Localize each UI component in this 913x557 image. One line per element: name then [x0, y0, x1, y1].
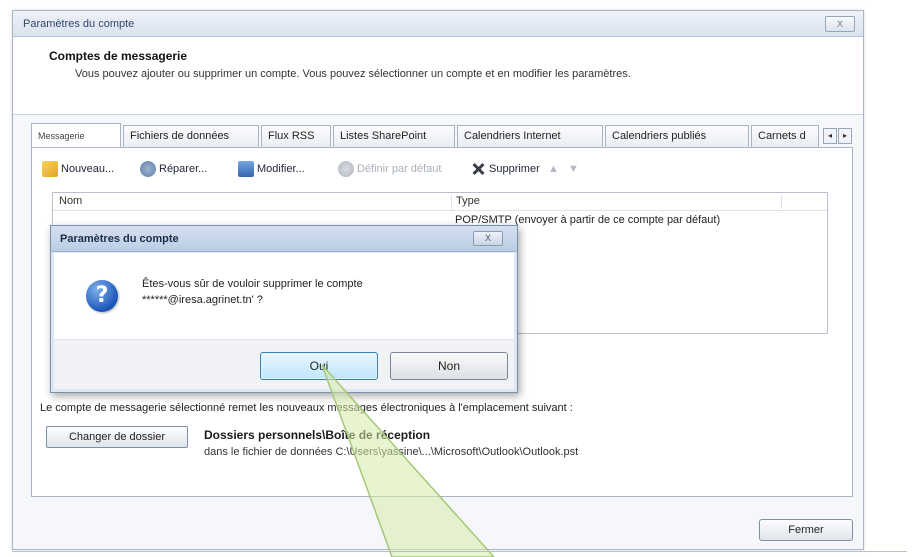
dialog-message-line2: ******@iresa.agrinet.tn' ? — [142, 294, 263, 306]
tab-carnets[interactable]: Carnets d — [751, 125, 819, 147]
window-close-button[interactable]: X — [825, 16, 855, 32]
new-account-icon — [42, 161, 58, 177]
window-titlebar: Paramètres du compte X — [13, 11, 863, 37]
no-button[interactable]: Non — [390, 352, 508, 380]
repair-icon — [140, 161, 156, 177]
delete-label: Supprimer — [489, 163, 540, 175]
move-down-button[interactable]: ▼ — [568, 158, 579, 180]
tab-calendriers-publies[interactable]: Calendriers publiés — [605, 125, 749, 147]
page-title: Comptes de messagerie — [49, 49, 188, 63]
dialog-titlebar: Paramètres du compte X — [51, 226, 517, 252]
new-account-label: Nouveau... — [61, 163, 115, 175]
close-button[interactable]: Fermer — [759, 519, 853, 541]
modify-label: Modifier... — [257, 163, 305, 175]
confirm-delete-dialog: Paramètres du compte X ? Êtes-vous sûr d… — [50, 225, 518, 393]
dialog-message-line1: Êtes-vous sûr de vouloir supprimer le co… — [142, 278, 363, 290]
modify-icon — [238, 161, 254, 177]
set-default-icon — [338, 161, 354, 177]
tab-fichiers-de-donnees[interactable]: Fichiers de données — [123, 125, 259, 147]
change-folder-button[interactable]: Changer de dossier — [46, 426, 188, 448]
list-header: Nom Type — [53, 193, 827, 211]
set-default-button[interactable]: Définir par défaut — [338, 158, 441, 180]
tab-scroll-right-button[interactable]: ▸ — [838, 128, 852, 144]
bottom-divider — [12, 551, 907, 552]
question-icon: ? — [86, 280, 118, 312]
column-header-name[interactable]: Nom — [59, 195, 82, 207]
column-divider — [781, 195, 782, 209]
delivery-info: Le compte de messagerie sélectionné reme… — [40, 402, 573, 414]
new-account-button[interactable]: Nouveau... — [42, 158, 114, 180]
dialog-close-button[interactable]: X — [473, 231, 503, 246]
modify-button[interactable]: Modifier... — [238, 158, 305, 180]
yes-button[interactable]: Oui — [260, 352, 378, 380]
arrow-up-icon: ▲ — [548, 163, 559, 175]
tab-messagerie[interactable]: Messagerie — [31, 123, 121, 147]
window-title: Paramètres du compte — [23, 18, 135, 30]
dialog-footer: Oui Non — [54, 339, 514, 389]
page-description: Vous pouvez ajouter ou supprimer un comp… — [75, 68, 631, 80]
delivery-folder: Dossiers personnels\Boîte de réception — [204, 428, 431, 442]
delete-button[interactable]: Supprimer — [470, 158, 540, 180]
tab-flux-rss[interactable]: Flux RSS — [261, 125, 331, 147]
repair-button[interactable]: Réparer... — [140, 158, 207, 180]
dialog-title: Paramètres du compte — [60, 233, 179, 245]
dialog-body: ? Êtes-vous sûr de vouloir supprimer le … — [54, 253, 514, 339]
tab-listes-sharepoint[interactable]: Listes SharePoint — [333, 125, 455, 147]
header-panel: Comptes de messagerie Vous pouvez ajoute… — [13, 37, 863, 115]
move-up-button[interactable]: ▲ — [548, 158, 559, 180]
tab-strip: Messagerie Fichiers de données Flux RSS … — [31, 123, 853, 147]
column-header-type[interactable]: Type — [451, 195, 480, 211]
tab-calendriers-internet[interactable]: Calendriers Internet — [457, 125, 603, 147]
delete-icon — [470, 161, 486, 177]
set-default-label: Définir par défaut — [357, 163, 442, 175]
delivery-file-path: dans le fichier de données C:\Users\yass… — [204, 446, 579, 458]
repair-label: Réparer... — [159, 163, 208, 175]
arrow-down-icon: ▼ — [568, 163, 579, 175]
tab-scroll-left-button[interactable]: ◂ — [823, 128, 837, 144]
